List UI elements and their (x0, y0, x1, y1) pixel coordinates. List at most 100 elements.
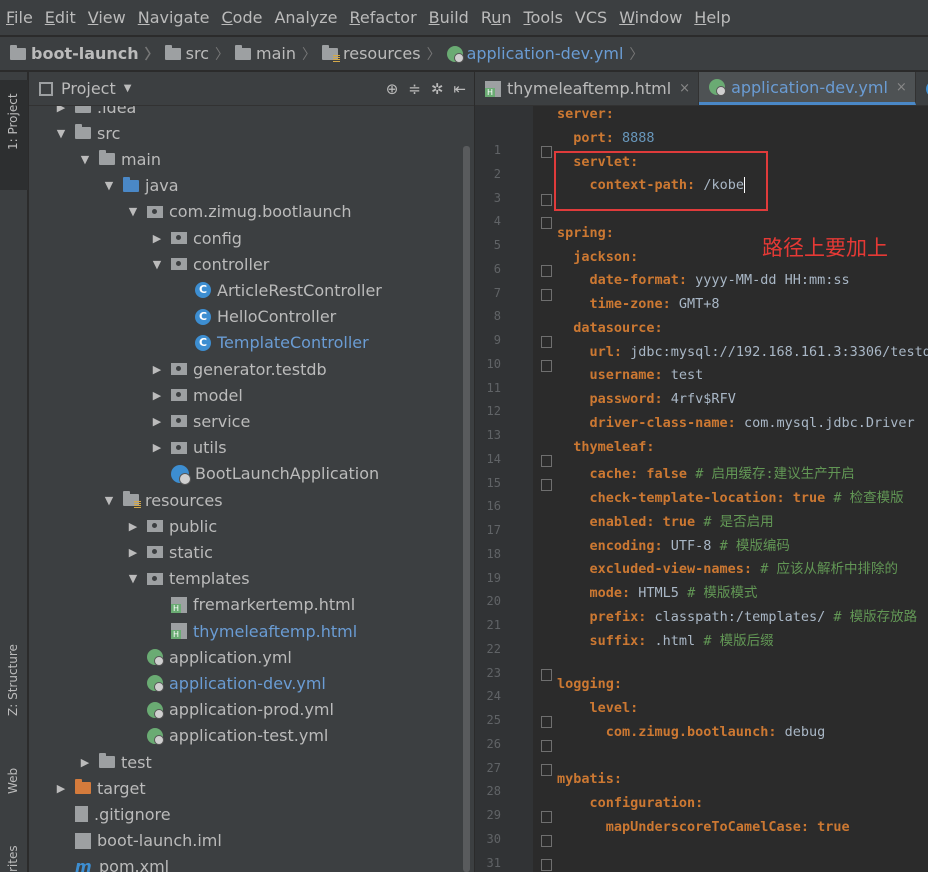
tree-item[interactable]: BootLaunchApplication (149, 461, 379, 487)
scrollbar-thumb[interactable] (463, 146, 470, 872)
expanded-arrow-icon[interactable]: ▼ (125, 205, 141, 218)
expanded-arrow-icon[interactable]: ▼ (53, 127, 69, 140)
tree-item[interactable]: ▶ static (125, 539, 213, 565)
fold-marker-icon[interactable] (541, 811, 552, 823)
tree-item[interactable]: thymeleaftemp.html (149, 618, 357, 644)
expanded-arrow-icon[interactable]: ▼ (101, 179, 117, 192)
web-tool-label[interactable]: Web (6, 768, 20, 794)
tree-item[interactable]: ▶ test (77, 749, 152, 775)
collapsed-arrow-icon[interactable]: ▶ (149, 389, 165, 402)
expanded-arrow-icon[interactable]: ▼ (77, 153, 93, 166)
fold-marker-icon[interactable] (541, 716, 552, 728)
project-tool-label[interactable]: 1: Project (6, 93, 20, 150)
editor-tab[interactable]: C (916, 72, 928, 105)
tree-item[interactable]: ▶ model (149, 382, 243, 408)
collapsed-arrow-icon[interactable]: ▶ (53, 106, 69, 114)
collapsed-arrow-icon[interactable]: ▶ (149, 363, 165, 376)
tree-item[interactable]: ▼ java (101, 173, 179, 199)
tree-item[interactable]: ▼ src (53, 120, 121, 146)
menu-build[interactable]: Build (429, 8, 469, 27)
collapsed-arrow-icon[interactable]: ▶ (149, 441, 165, 454)
collapsed-arrow-icon[interactable]: ▶ (125, 520, 141, 533)
menu-help[interactable]: Help (694, 8, 730, 27)
menu-file[interactable]: File (6, 8, 33, 27)
fold-marker-icon[interactable] (541, 288, 552, 301)
fold-marker-icon[interactable] (541, 834, 552, 847)
fold-marker-icon[interactable] (541, 858, 552, 871)
breadcrumb-main[interactable]: main 〉 (235, 44, 322, 64)
collapsed-arrow-icon[interactable]: ▶ (149, 232, 165, 245)
collapsed-arrow-icon[interactable]: ▶ (149, 415, 165, 428)
close-icon[interactable]: × (679, 81, 690, 96)
collapsed-arrow-icon[interactable]: ▶ (77, 756, 93, 769)
dropdown-icon[interactable]: ▼ (124, 83, 132, 94)
breadcrumb-project[interactable]: boot-launch 〉 (10, 44, 165, 64)
tree-item[interactable]: application-test.yml (125, 723, 328, 749)
tree-item[interactable]: application.yml (125, 644, 292, 670)
editor-tab[interactable]: thymeleaftemp.html × (475, 72, 700, 105)
locate-icon[interactable]: ⊕ (386, 80, 399, 98)
expanded-arrow-icon[interactable]: ▼ (149, 258, 165, 271)
menu-analyze[interactable]: Analyze (274, 8, 337, 27)
tree-item[interactable]: C ArticleRestController (173, 277, 382, 303)
breadcrumb-src[interactable]: src 〉 (164, 44, 235, 64)
fold-marker-icon[interactable] (541, 146, 552, 158)
tree-item[interactable]: application-dev.yml (125, 670, 326, 696)
menu-refactor[interactable]: Refactor (350, 8, 417, 27)
tree-item[interactable]: ▼ main (77, 146, 161, 172)
tree-item-label: fremarkertemp.html (193, 595, 356, 615)
menu-tools[interactable]: Tools (524, 8, 563, 27)
fold-marker-icon[interactable] (541, 763, 552, 776)
tree-item[interactable]: m pom.xml (53, 854, 169, 872)
fold-marker-icon[interactable] (541, 193, 552, 206)
breadcrumb-resources[interactable]: resources 〉 (322, 44, 447, 64)
tree-item[interactable]: ▶ utils (149, 435, 227, 461)
close-icon[interactable]: × (896, 80, 907, 95)
menu-view[interactable]: View (88, 8, 126, 27)
fold-marker-icon[interactable] (541, 668, 552, 681)
menu-run[interactable]: Run (481, 8, 512, 27)
structure-tool-label[interactable]: Z: Structure (6, 644, 20, 716)
expanded-arrow-icon[interactable]: ▼ (125, 572, 141, 585)
tree-item[interactable]: ▶ service (149, 408, 251, 434)
tree-item[interactable]: application-prod.yml (125, 697, 334, 723)
editor-tab[interactable]: application-dev.yml × (699, 72, 916, 105)
tree-item[interactable]: ▶ public (125, 513, 217, 539)
menu-navigate[interactable]: Navigate (138, 8, 210, 27)
tree-item[interactable]: ▶ config (149, 225, 242, 251)
expanded-arrow-icon[interactable]: ▼ (101, 494, 117, 507)
menu-window[interactable]: Window (619, 8, 682, 27)
collapsed-arrow-icon[interactable]: ▶ (53, 782, 69, 795)
tree-item[interactable]: ▼ com.zimug.bootlaunch (125, 199, 352, 225)
tree-item[interactable]: ▼ templates (125, 566, 250, 592)
fold-marker-icon[interactable] (541, 478, 552, 491)
fold-marker-icon[interactable] (541, 454, 552, 467)
tree-item[interactable]: boot-launch.iml (53, 828, 222, 854)
collapsed-arrow-icon[interactable]: ▶ (125, 546, 141, 559)
menu-vcs[interactable]: VCS (575, 8, 607, 27)
tree-item[interactable]: C TemplateController (173, 330, 369, 356)
tree-item[interactable]: ▼ controller (149, 251, 270, 277)
menu-code[interactable]: Code (222, 8, 263, 27)
tree-scrollbar[interactable] (462, 146, 471, 872)
tree-item[interactable]: .gitignore (53, 801, 171, 827)
settings-icon[interactable]: ✲ (431, 80, 444, 98)
collapse-all-icon[interactable]: ≑ (408, 80, 421, 98)
tree-item[interactable]: ▶ generator.testdb (149, 356, 327, 382)
tree-item[interactable]: ▶ target (53, 775, 146, 801)
project-view-selector[interactable]: Project (61, 79, 116, 98)
breadcrumb-file[interactable]: application-dev.yml 〉 (446, 44, 650, 64)
fold-marker-icon[interactable] (541, 264, 552, 277)
hide-panel-icon[interactable]: ⇤ (453, 80, 466, 98)
favorites-tool-label[interactable]: rites (6, 845, 20, 872)
fold-marker-icon[interactable] (541, 336, 552, 348)
fold-marker-icon[interactable] (541, 739, 552, 752)
tree-item[interactable]: ▶ .idea (53, 106, 136, 120)
menu-edit[interactable]: Edit (45, 8, 76, 27)
tree-item[interactable]: fremarkertemp.html (149, 592, 355, 618)
tree-item[interactable]: ▼ resources (101, 487, 223, 513)
fold-marker-icon[interactable] (541, 359, 552, 372)
code-token: GMT+8 (678, 296, 720, 312)
tree-item[interactable]: C HelloController (173, 304, 336, 330)
fold-marker-icon[interactable] (541, 217, 552, 230)
